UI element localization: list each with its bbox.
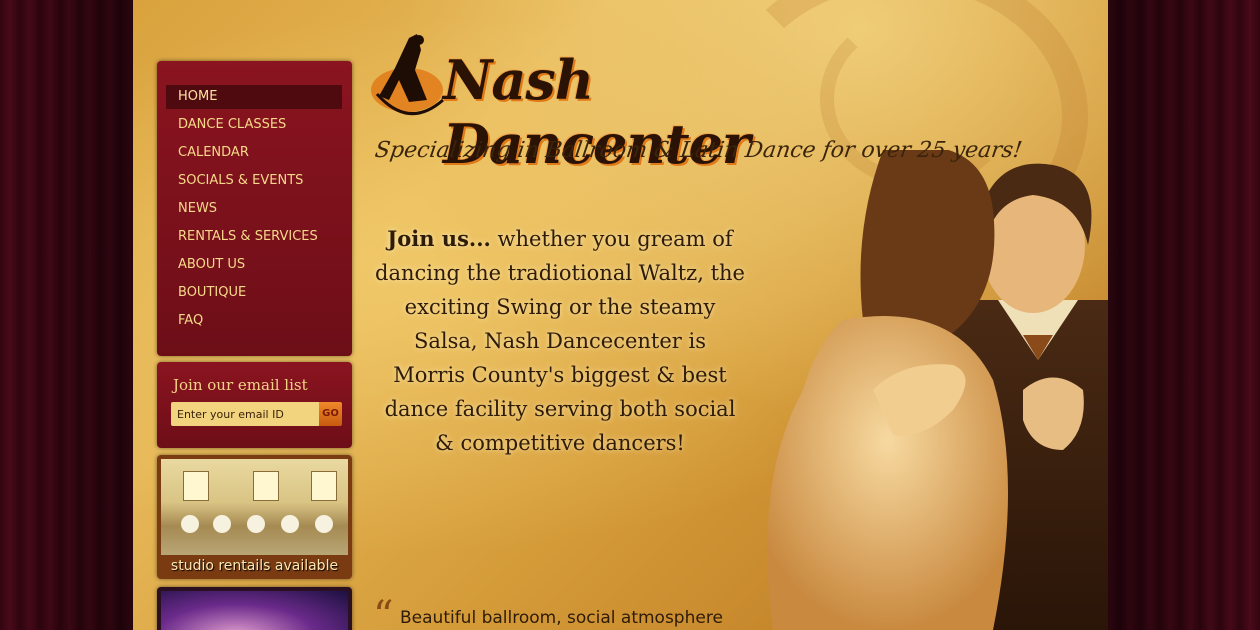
couple-photo (767, 150, 1108, 630)
testimonial-quote: Beautiful ballroom, social atmosphere (400, 608, 723, 628)
page-container: Nash Dancenter Specializing in Ballroom … (133, 0, 1108, 630)
studio-rentals-promo[interactable]: studio rentails available (157, 455, 352, 579)
studio-photo (161, 459, 348, 555)
studio-window (253, 471, 279, 501)
nav-item-news[interactable]: NEWS (166, 197, 342, 221)
nav-item-boutique[interactable]: BOUTIQUE (166, 281, 342, 305)
curtain-left (0, 0, 133, 630)
nav-item-calendar[interactable]: CALENDAR (166, 141, 342, 165)
studio-table (315, 515, 333, 533)
intro-lead: Join us... (387, 226, 491, 251)
nav-item-faq[interactable]: FAQ (166, 309, 342, 333)
nav-item-home[interactable]: HOME (166, 85, 342, 109)
intro-paragraph: Join us... whether you gream of dancing … (375, 222, 745, 460)
nav-item-socials-events[interactable]: SOCIALS & EVENTS (166, 169, 342, 193)
nav-item-about-us[interactable]: ABOUT US (166, 253, 342, 277)
quote-mark-icon: “ (373, 593, 394, 630)
performance-photo (161, 591, 348, 630)
nav-item-rentals-services[interactable]: RENTALS & SERVICES (166, 225, 342, 249)
studio-window (311, 471, 337, 501)
nav-item-dance-classes[interactable]: DANCE CLASSES (166, 113, 342, 137)
email-input[interactable] (171, 402, 319, 426)
studio-table (281, 515, 299, 533)
tagline: Specializing in Ballroom & Latin Dance f… (373, 138, 1024, 163)
email-signup: Join our email list GO (157, 362, 352, 448)
dancer-logo-icon (371, 34, 444, 115)
studio-table (247, 515, 265, 533)
nav-list: HOME DANCE CLASSES CALENDAR SOCIALS & EV… (157, 61, 352, 333)
curtain-right (1108, 0, 1260, 630)
studio-rentals-caption: studio rentails available (170, 558, 339, 574)
studio-table (213, 515, 231, 533)
main-nav: HOME DANCE CLASSES CALENDAR SOCIALS & EV… (157, 61, 352, 356)
email-go-button[interactable]: GO (319, 402, 342, 426)
logo[interactable]: Nash Dancenter (369, 30, 750, 176)
studio-table (181, 515, 199, 533)
intro-body: whether you gream of dancing the tradiot… (375, 227, 745, 455)
studio-window (183, 471, 209, 501)
performance-promo[interactable] (157, 587, 352, 630)
email-signup-title: Join our email list (173, 376, 308, 394)
